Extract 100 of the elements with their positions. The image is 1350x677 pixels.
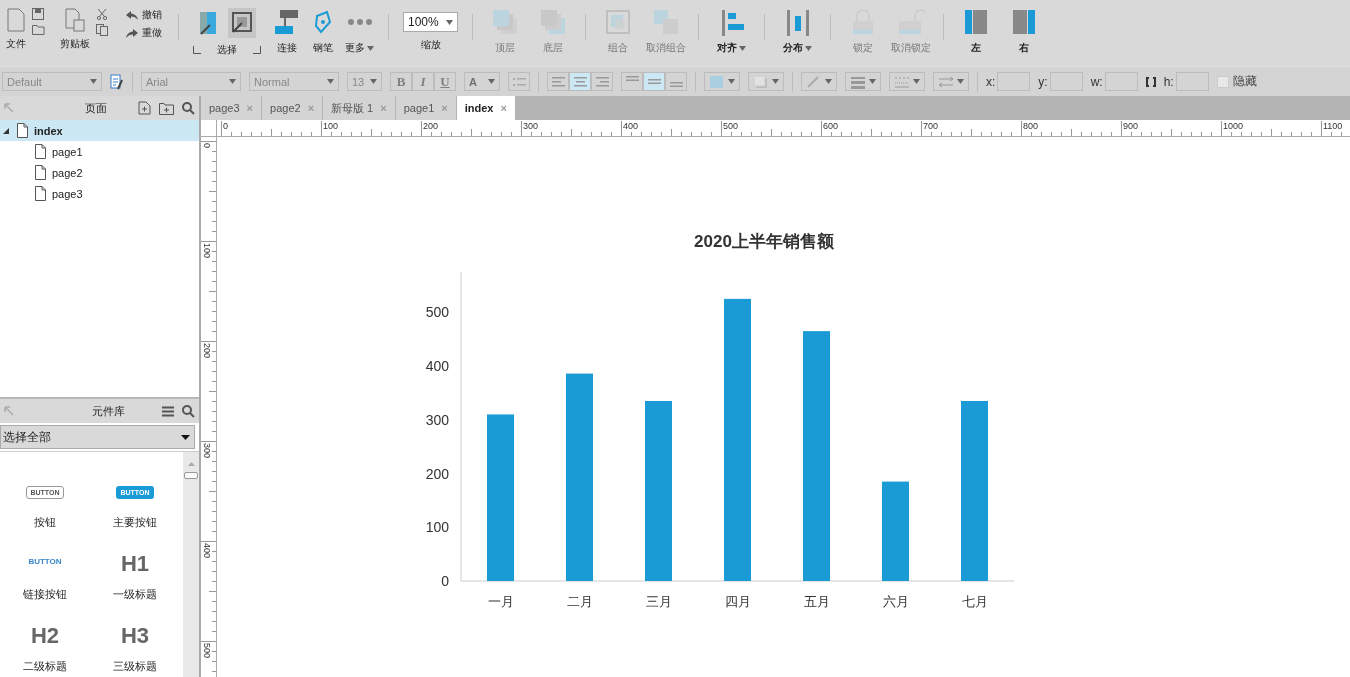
align-button[interactable] [569,72,591,91]
ruler-label: 200 [423,121,438,131]
arrow-style-icon [938,74,954,89]
toolbar-button[interactable]: 右 [1010,8,1038,54]
page-tab[interactable]: page1 × [395,96,457,120]
open-folder-icon[interactable] [32,24,46,35]
caret-icon [805,45,812,51]
ruler-label: 300 [523,121,538,131]
y-tick-label: 500 [425,304,449,321]
save-icon[interactable] [32,8,44,20]
y-tick-label: 0 [441,573,449,589]
align-button[interactable] [621,72,643,91]
heading-preview[interactable]: H1 [120,552,150,576]
caret-icon [370,79,377,84]
toolbar-button[interactable]: 对齐 [717,8,746,54]
pin-icon [4,103,14,113]
x-tick-label: 六月 [882,594,909,609]
toolbar-button[interactable]: 分布 [783,8,812,54]
caret-icon [739,45,746,51]
connector-icon [273,8,301,36]
ruler-label: 600 [823,121,838,131]
valign-icon [647,79,661,84]
fill-color-picker[interactable] [704,72,740,91]
caret-icon [869,79,876,84]
coord-label: y: [1038,74,1048,89]
caret-icon [229,79,236,84]
heading-preview[interactable]: H2 [30,624,60,648]
library-filter-select[interactable]: 选择全部 [0,425,195,449]
search-icon[interactable] [182,101,195,115]
widget-label: 二级标题 [23,659,67,674]
ruler-label: 1000 [1223,121,1243,131]
line-style-picker[interactable] [889,72,925,91]
zoom-select[interactable]: 100% [403,12,458,32]
select-tool-button[interactable]: 选择 [193,8,261,56]
valign-icon [669,82,683,87]
list-button[interactable] [508,72,530,91]
toolbar-button[interactable]: 剪贴板 [60,8,90,50]
coord-field[interactable] [997,72,1031,91]
coord-field[interactable] [1049,72,1083,91]
align-button[interactable] [643,72,665,91]
x-tick-label: 五月 [803,594,830,609]
toolbar-button[interactable]: 连接 [273,8,301,54]
edit-style-icon[interactable] [110,73,124,90]
align-button[interactable] [591,72,613,91]
copy-icon[interactable] [96,24,108,36]
font-color-picker[interactable]: A [464,72,500,91]
redo-button[interactable]: 重做 [126,26,162,40]
pen-nib-icon [313,8,333,36]
page-tab[interactable]: page2 × [262,96,324,120]
scissors-icon[interactable] [96,8,108,20]
toolbar-button[interactable]: 更多 [345,8,374,54]
link-size-icon[interactable] [1145,76,1156,87]
ruler-label: 0 [223,121,228,131]
ruler-label: 100 [323,121,338,131]
shadow-picker[interactable] [748,72,784,91]
add-page-icon[interactable] [138,101,151,115]
heading-preview[interactable]: H3 [120,624,150,648]
arrow-style-picker[interactable] [933,72,969,91]
caret-icon [327,79,334,84]
menu-icon[interactable] [162,405,174,417]
page-item[interactable]: index [0,120,199,141]
add-folder-icon[interactable] [159,101,174,115]
caret-icon [488,79,495,84]
panel-title: 页面 [84,100,108,116]
align-lines-icon [594,74,610,89]
line-color-picker[interactable] [801,72,837,91]
x-tick-label: 二月 [566,594,593,609]
page-item[interactable]: page1 [0,141,199,162]
button-preview[interactable]: BUTTON [28,552,62,576]
page-tab[interactable]: page3 × [201,96,263,120]
toolbar-button[interactable]: 钢笔 [313,8,333,54]
caret-icon [728,79,735,84]
scroll-thumb[interactable] [184,472,198,479]
caret-icon [772,79,779,84]
page-icon [34,165,46,180]
panel-left-icon [962,8,990,36]
page-tab[interactable]: 新母版 1 × [323,96,396,120]
toolbar-button[interactable]: 左 [962,8,990,54]
search-icon[interactable] [182,404,195,418]
hidden-checkbox[interactable] [1216,75,1229,88]
scrollbar[interactable] [183,452,199,677]
coord-field[interactable] [1175,72,1209,91]
ruler-label: 900 [1123,121,1138,131]
ungroup-icon [652,8,680,36]
pointer-icon [198,10,218,36]
widget-label: 主要按钮 [113,515,157,530]
align-button[interactable] [547,72,569,91]
align-button[interactable] [665,72,687,91]
page-item[interactable]: page2 [0,162,199,183]
toolbar-button[interactable]: 文件 [6,8,26,50]
y-tick-label: 100 [425,519,449,536]
page-tab[interactable]: index × [456,96,516,120]
page-item[interactable]: page3 [0,183,199,204]
ruler-label: 400 [202,543,212,559]
undo-button[interactable]: 撤销 [126,8,162,22]
group-icon [604,8,632,36]
coord-field[interactable] [1104,72,1138,91]
caret-icon [913,79,920,84]
line-weight-picker[interactable] [845,72,881,91]
close-tab-button[interactable]: × [500,102,507,114]
